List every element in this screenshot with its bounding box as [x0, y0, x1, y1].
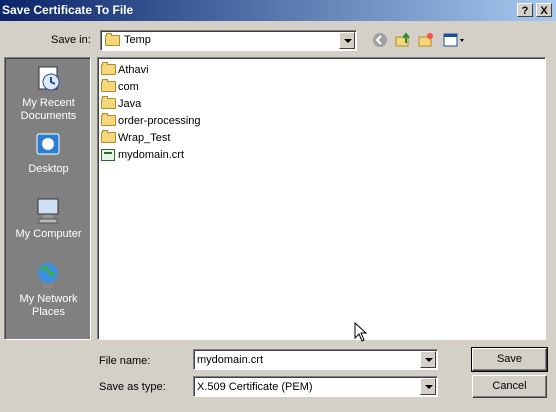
file-name-label: File name: [99, 355, 151, 367]
folder-icon [101, 113, 116, 126]
back-button[interactable] [371, 31, 389, 49]
help-button[interactable]: ? [517, 3, 533, 17]
desktop-icon [36, 133, 59, 155]
place-my-computer[interactable]: My Computer [5, 195, 92, 241]
folder-icon [101, 79, 116, 92]
folder-icon [105, 33, 122, 49]
chevron-down-icon[interactable] [420, 351, 436, 368]
save-as-type-value: X.509 Certificate (PEM) [197, 381, 313, 393]
view-menu-button[interactable] [442, 31, 466, 49]
certificate-file-icon [101, 148, 115, 161]
list-item[interactable]: mydomain.crt [101, 146, 184, 163]
new-folder-icon [418, 33, 433, 47]
file-name: order-processing [118, 114, 201, 127]
place-desktop[interactable]: Desktop [5, 130, 92, 176]
list-item[interactable]: com [101, 78, 139, 95]
file-name: Java [118, 97, 142, 110]
list-item[interactable]: Athavi [101, 61, 149, 78]
title-bar: Save Certificate To File ? X [0, 0, 556, 21]
folder-icon [101, 96, 116, 109]
view-menu-icon [443, 33, 464, 47]
place-label: Desktop [28, 163, 69, 175]
file-name-value: mydomain.crt [197, 354, 264, 366]
cancel-button[interactable]: Cancel [472, 375, 547, 398]
file-name-input[interactable]: mydomain.crt [193, 349, 438, 370]
places-bar: My Recent Documents Desktop My Computer … [4, 57, 91, 340]
save-in-label: Save in: [51, 34, 91, 46]
file-name: com [118, 80, 139, 93]
file-name: mydomain.crt [118, 148, 185, 161]
place-label: My Recent Documents [20, 97, 77, 122]
back-arrow-icon [373, 33, 387, 47]
up-folder-button[interactable] [394, 31, 412, 49]
folder-icon [101, 130, 116, 143]
up-folder-icon [395, 32, 410, 47]
mouse-cursor-icon [354, 322, 368, 342]
network-places-icon [37, 263, 58, 288]
list-item[interactable]: order-processing [101, 112, 201, 129]
save-as-type-dropdown[interactable]: X.509 Certificate (PEM) [193, 376, 438, 397]
file-list[interactable]: Athavi com Java order-processing Wrap_Te… [97, 57, 546, 342]
my-computer-icon [37, 198, 58, 224]
save-button[interactable]: Save [471, 347, 548, 372]
folder-icon [101, 62, 116, 75]
window-title: Save Certificate To File [2, 3, 134, 17]
new-folder-button[interactable] [417, 31, 435, 49]
close-button[interactable]: X [536, 3, 552, 17]
save-in-value: Temp [124, 34, 151, 46]
list-item[interactable]: Java [101, 95, 141, 112]
place-label: My Computer [15, 228, 82, 240]
recent-documents-icon [38, 66, 59, 91]
place-recent-documents[interactable]: My Recent Documents [5, 64, 92, 123]
save-in-dropdown[interactable]: Temp [100, 30, 357, 51]
place-label: My Network Places [19, 293, 78, 318]
file-name: Wrap_Test [118, 131, 171, 144]
chevron-down-icon[interactable] [339, 32, 355, 49]
save-as-type-label: Save as type: [99, 381, 166, 393]
list-item[interactable]: Wrap_Test [101, 129, 170, 146]
file-name: Athavi [118, 63, 149, 76]
chevron-down-icon[interactable] [420, 378, 436, 395]
place-network[interactable]: My Network Places [5, 260, 92, 319]
